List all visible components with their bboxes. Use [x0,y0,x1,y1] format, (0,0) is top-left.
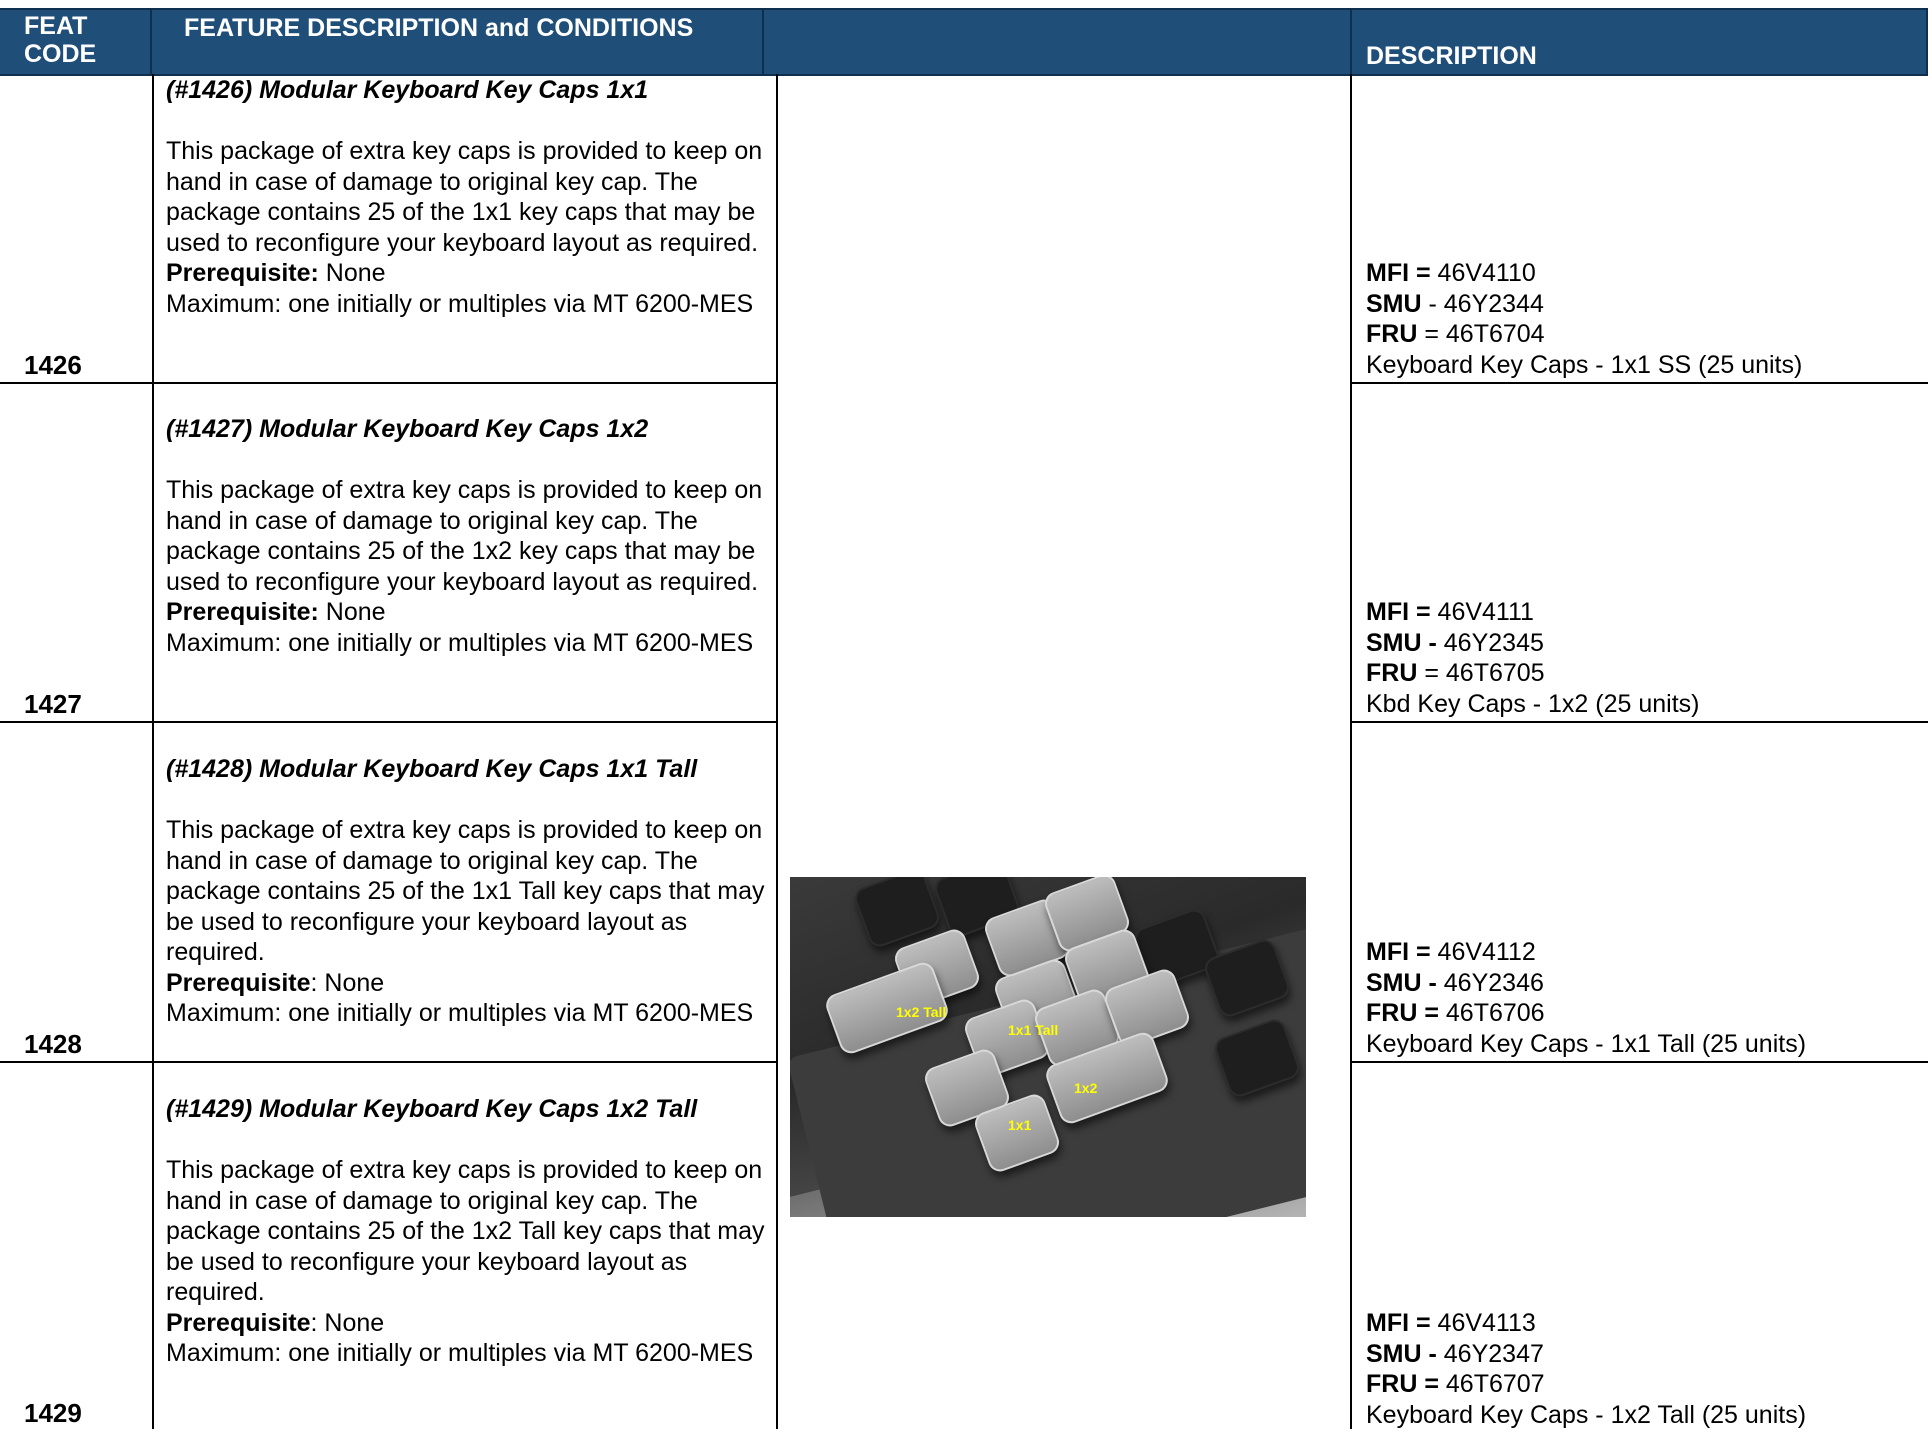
fru-label: FRU = [1366,999,1439,1027]
maximum-text: Maximum: one initially or multiples via … [166,999,754,1027]
part-numbers: MFI = 46V4113 SMU - 46Y2347 FRU = 46T670… [1366,1308,1926,1430]
smu-value: 46Y2346 [1436,968,1544,997]
maximum-text: Maximum: one initially or multiples via … [166,1339,754,1367]
part-numbers: MFI = 46V4111 SMU - 46Y2345 FRU = 46T670… [1366,597,1926,719]
feature-description: (#1428) Modular Keyboard Key Caps 1x1 Ta… [166,754,766,1029]
row-divider [0,1061,778,1063]
label-1x2: 1x2 [1074,1080,1098,1096]
feature-code: 1426 [24,350,82,380]
table-header: FEAT CODE FEATURE DESCRIPTION and CONDITI… [0,8,1928,76]
header-feat-code: FEAT CODE [0,10,152,74]
grid-line [152,74,154,1429]
header-image-column [764,10,1352,74]
row-divider [1350,1061,1928,1063]
fru-value: = 46T6705 [1417,659,1545,687]
keyboard-keycaps-photo: 1x2 Tall 1x1 Tall 1x2 1x1 [790,877,1306,1217]
prerequisite-label: Prerequisite: [166,598,319,626]
smu-label: SMU - [1366,968,1437,997]
maximum-text: Maximum: one initially or multiples via … [166,628,754,657]
label-1x2-tall: 1x2 Tall [896,1004,947,1020]
mfi-value: 46V4111 [1430,598,1534,626]
mfi-value: 46V4110 [1430,259,1536,287]
mfi-value: 46V4112 [1430,938,1536,966]
fru-value: 46T6707 [1438,1370,1545,1398]
smu-value: - 46Y2344 [1421,289,1544,318]
smu-label: SMU - [1366,1339,1437,1368]
feature-code: 1429 [24,1398,82,1428]
row-divider [1350,382,1928,384]
feature-body: This package of extra key caps is provid… [166,476,763,596]
smu-value: 46Y2345 [1436,628,1544,657]
header-feature-description: FEATURE DESCRIPTION and CONDITIONS [152,10,764,74]
fru-label: FRU = [1366,1370,1439,1398]
label-1x1-tall: 1x1 Tall [1008,1022,1059,1038]
feature-description: (#1426) Modular Keyboard Key Caps 1x1 Th… [166,75,766,319]
prerequisite-label: Prerequisite: [166,259,319,287]
row-divider [0,721,778,723]
part-numbers: MFI = 46V4110 SMU - 46Y2344 FRU = 46T670… [1366,258,1926,380]
smu-value: 46Y2347 [1436,1339,1544,1368]
row-divider [1350,721,1928,723]
smu-label: SMU - [1366,628,1437,657]
label-1x1: 1x1 [1008,1117,1032,1133]
fru-label: FRU [1366,659,1418,687]
feature-title: (#1427) Modular Keyboard Key Caps 1x2 [166,415,649,443]
feature-description: (#1427) Modular Keyboard Key Caps 1x2 Th… [166,414,766,658]
header-description: DESCRIPTION [1352,10,1928,74]
mfi-label: MFI = [1366,1309,1431,1337]
feature-title: (#1428) Modular Keyboard Key Caps 1x1 Ta… [166,755,698,783]
fru-value: 46T6706 [1438,999,1545,1027]
part-description: Kbd Key Caps - 1x2 (25 units) [1366,689,1700,718]
prerequisite-value: : None [310,1308,385,1337]
prerequisite-label: Prerequisite [166,968,311,997]
feature-body: This package of extra key caps is provid… [166,816,765,966]
row-divider [0,382,778,384]
grid-line [776,74,778,1429]
feature-body: This package of extra key caps is provid… [166,1156,765,1306]
part-description: Keyboard Key Caps - 1x2 Tall (25 units) [1366,1400,1807,1429]
feature-table: FEAT CODE FEATURE DESCRIPTION and CONDITI… [0,0,1928,1429]
fru-value: = 46T6704 [1417,320,1545,348]
prerequisite-value: None [318,259,386,287]
prerequisite-value: None [318,598,386,626]
feature-title: (#1429) Modular Keyboard Key Caps 1x2 Ta… [166,1095,698,1123]
mfi-label: MFI = [1366,938,1431,966]
feature-code: 1428 [24,1029,82,1059]
feature-title: (#1426) Modular Keyboard Key Caps 1x1 [166,76,649,104]
part-description: Keyboard Key Caps - 1x1 SS (25 units) [1366,350,1803,379]
maximum-text: Maximum: one initially or multiples via … [166,289,754,318]
feature-code: 1427 [24,689,82,719]
prerequisite-label: Prerequisite [166,1308,311,1337]
mfi-value: 46V4113 [1430,1309,1536,1337]
smu-label: SMU [1366,289,1422,318]
mfi-label: MFI = [1366,598,1431,626]
feature-body: This package of extra key caps is provid… [166,137,763,257]
prerequisite-value: : None [310,968,385,997]
grid-line [1350,74,1352,1429]
fru-label: FRU [1366,320,1418,348]
mfi-label: MFI = [1366,259,1431,287]
feature-description: (#1429) Modular Keyboard Key Caps 1x2 Ta… [166,1094,766,1369]
part-numbers: MFI = 46V4112 SMU - 46Y2346 FRU = 46T670… [1366,937,1926,1059]
part-description: Keyboard Key Caps - 1x1 Tall (25 units) [1366,1029,1807,1058]
